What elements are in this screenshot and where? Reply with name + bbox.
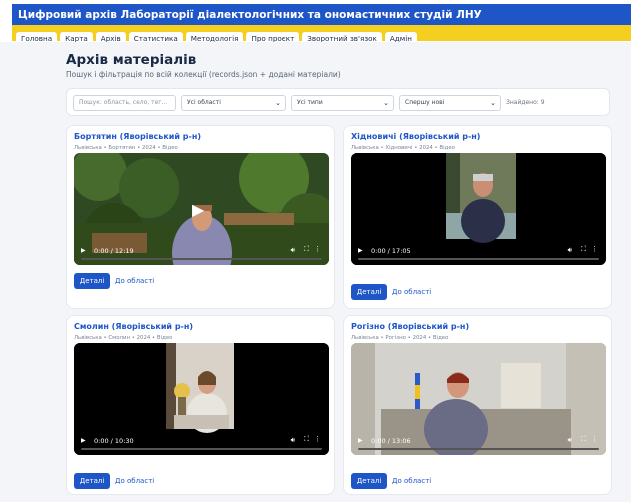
chevron-down-icon: ⌄ — [383, 99, 389, 107]
more-options-icon[interactable]: ⋮ — [314, 245, 321, 253]
fullscreen-icon[interactable]: ⛶ — [581, 245, 586, 254]
chevron-down-icon: ⌄ — [490, 99, 496, 107]
more-options-icon[interactable]: ⋮ — [591, 245, 598, 253]
volume-icon[interactable]: 🔊︎ — [291, 246, 295, 255]
region-select[interactable]: Усі області ⌄ — [181, 95, 286, 111]
region-select-value: Усі області — [187, 99, 221, 106]
card-meta: Львівська • Смолин • 2024 • Відео — [74, 335, 173, 341]
card-title[interactable]: Бортятин (Яворівський р-н) — [74, 132, 201, 141]
details-button[interactable]: Деталі — [351, 473, 387, 489]
video-controls: ▶ 0:00 / 10:30 🔊︎ ⛶ ⋮ — [74, 429, 329, 455]
site-header: Цифровий архів Лабораторії діалектологіч… — [12, 4, 631, 46]
region-link[interactable]: До області — [392, 473, 431, 489]
video-player[interactable]: ▶ ▶ 0:00 / 12:19 🔊︎ ⛶ ⋮ — [74, 153, 329, 265]
details-button[interactable]: Деталі — [351, 284, 387, 300]
filter-bar: Пошук: область, село, тег... Усі області… — [66, 88, 610, 116]
play-icon[interactable]: ▶ — [358, 247, 363, 254]
card-title[interactable]: Хідновичі (Яворівський р-н) — [351, 132, 480, 141]
record-card-bortiatyn: Бортятин (Яворівський р-н) Львівська • Б… — [66, 125, 335, 309]
record-card-khidnovychi: Хідновичі (Яворівський р-н) Львівська • … — [343, 125, 612, 309]
region-link[interactable]: До області — [392, 284, 431, 300]
site-title: Цифровий архів Лабораторії діалектологіч… — [18, 8, 482, 21]
found-count: Знайдено: 9 — [506, 99, 545, 106]
more-options-icon[interactable]: ⋮ — [314, 435, 321, 443]
play-icon[interactable]: ▶ — [81, 437, 86, 444]
region-link[interactable]: До області — [115, 473, 154, 489]
video-progress-bar[interactable] — [358, 258, 599, 260]
header-title-bar: Цифровий архів Лабораторії діалектологіч… — [12, 4, 631, 25]
type-select[interactable]: Усі типи ⌄ — [291, 95, 394, 111]
fullscreen-icon[interactable]: ⛶ — [304, 435, 309, 444]
video-player[interactable]: ▶ 0:00 / 10:30 🔊︎ ⛶ ⋮ — [74, 343, 329, 455]
video-time: 0:00 / 13:06 — [371, 437, 411, 445]
page-title: Архів матеріалів — [66, 52, 197, 68]
video-time: 0:00 / 12:19 — [94, 247, 134, 255]
fullscreen-icon[interactable]: ⛶ — [304, 245, 309, 254]
video-time: 0:00 / 17:05 — [371, 247, 411, 255]
video-player[interactable]: ▶ 0:00 / 13:06 🔊︎ ⛶ ⋮ — [351, 343, 606, 455]
details-button[interactable]: Деталі — [74, 473, 110, 489]
sort-select[interactable]: Спершу нові ⌄ — [399, 95, 501, 111]
page-title-block: Архів матеріалів — [66, 52, 196, 68]
video-time: 0:00 / 10:30 — [94, 437, 134, 445]
video-controls: ▶ 0:00 / 13:06 🔊︎ ⛶ ⋮ — [351, 429, 606, 455]
volume-icon[interactable]: 🔊︎ — [568, 246, 572, 255]
video-controls: ▶ 0:00 / 12:19 🔊︎ ⛶ ⋮ — [74, 239, 329, 265]
video-progress-bar[interactable] — [358, 448, 599, 450]
card-meta: Львівська • Рогізно • 2024 • Відео — [351, 335, 449, 341]
volume-icon[interactable]: 🔊︎ — [291, 436, 295, 445]
card-title[interactable]: Смолин (Яворівський р-н) — [74, 322, 193, 331]
play-icon[interactable]: ▶ — [358, 437, 363, 444]
record-card-smolyn: Смолин (Яворівський р-н) Львівська • Смо… — [66, 315, 335, 495]
chevron-down-icon: ⌄ — [275, 99, 281, 107]
search-input[interactable]: Пошук: область, село, тег... — [73, 95, 176, 111]
fullscreen-icon[interactable]: ⛶ — [581, 435, 586, 444]
card-meta: Львівська • Хідновичі • 2024 • Відео — [351, 145, 455, 151]
region-link[interactable]: До області — [115, 273, 154, 289]
video-controls: ▶ 0:00 / 17:05 🔊︎ ⛶ ⋮ — [351, 239, 606, 265]
card-meta: Львівська • Бортятин • 2024 • Відео — [74, 145, 178, 151]
record-card-rohizno: Рогізно (Яворівський р-н) Львівська • Ро… — [343, 315, 612, 495]
play-icon[interactable]: ▶ — [81, 247, 86, 254]
video-player[interactable]: ▶ 0:00 / 17:05 🔊︎ ⛶ ⋮ — [351, 153, 606, 265]
play-icon[interactable]: ▶ — [192, 200, 204, 219]
details-button[interactable]: Деталі — [74, 273, 110, 289]
card-title[interactable]: Рогізно (Яворівський р-н) — [351, 322, 469, 331]
type-select-value: Усі типи — [297, 99, 323, 106]
video-progress-bar[interactable] — [81, 448, 322, 450]
more-options-icon[interactable]: ⋮ — [591, 435, 598, 443]
page-subtitle: Пошук і фільтрація по всій колекції (rec… — [66, 70, 341, 79]
video-progress-bar[interactable] — [81, 258, 322, 260]
sort-select-value: Спершу нові — [405, 99, 445, 106]
volume-icon[interactable]: 🔊︎ — [568, 436, 572, 445]
